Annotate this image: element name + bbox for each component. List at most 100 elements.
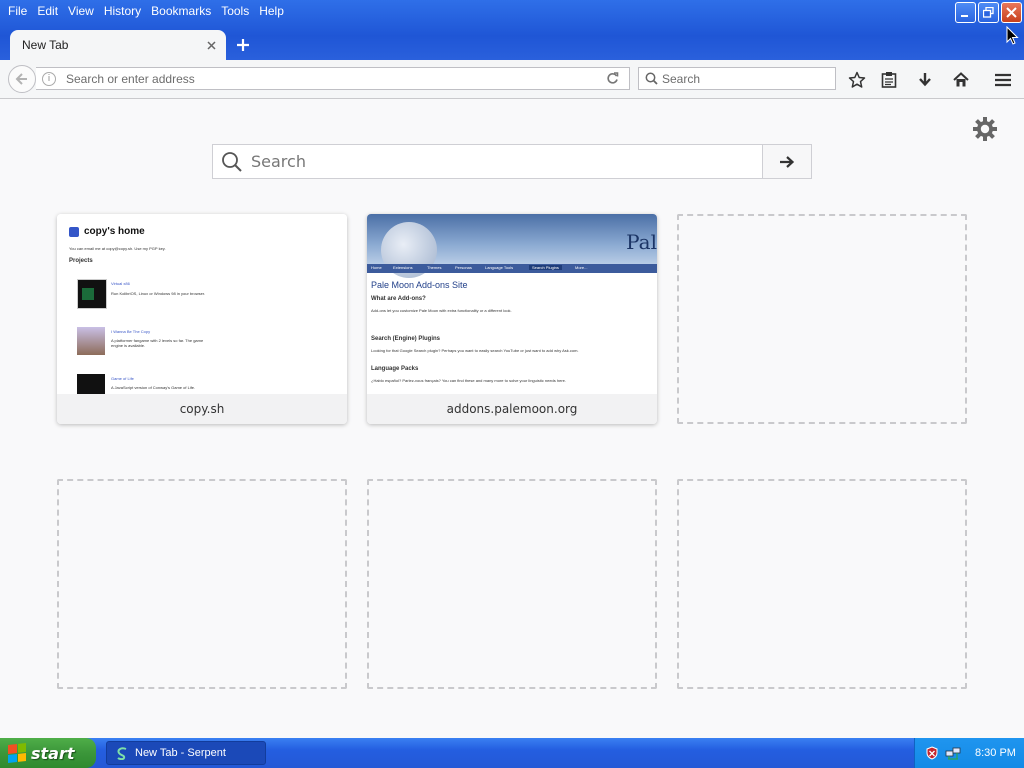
top-site-tile-addons-palemoon[interactable]: Pal Home Extensions Themes Personas Lang… (367, 214, 657, 424)
project-name: Virtual x86 (111, 281, 130, 286)
search-icon (645, 72, 658, 85)
downloads-button[interactable] (914, 69, 936, 91)
thumb-heading: Pale Moon Add-ons Site (371, 280, 468, 290)
new-tab-button[interactable] (232, 34, 254, 56)
tab-label: New Tab (22, 38, 69, 52)
mouse-cursor-icon (1006, 26, 1019, 45)
newtab-search-box (212, 144, 812, 179)
search-icon (222, 151, 242, 172)
restore-icon (983, 7, 994, 18)
project-thumb-virtual-x86 (77, 279, 107, 309)
thumb-heading: copy's home (69, 226, 145, 237)
thumb-section-heading: What are Add-ons? (371, 296, 426, 302)
thumb-banner: Pal (367, 214, 657, 278)
close-window-button[interactable] (1001, 2, 1022, 23)
window-chrome: File Edit View History Bookmarks Tools H… (0, 0, 1024, 60)
home-icon (953, 72, 969, 87)
banner-text: Pal (626, 230, 657, 254)
tab-close-button[interactable] (202, 36, 220, 54)
start-button[interactable]: start (0, 738, 96, 768)
hamburger-menu-icon (995, 73, 1011, 87)
thumb-nav-item: Extensions (393, 265, 413, 270)
address-bar: i (36, 67, 630, 90)
site-thumbnail: Pal Home Extensions Themes Personas Lang… (367, 214, 657, 394)
menu-tools[interactable]: Tools (217, 4, 255, 18)
tab-new-tab[interactable]: New Tab (10, 30, 226, 60)
reading-list-button[interactable] (878, 69, 900, 91)
thumb-intro: You can email me at copy@copy.sh. Use my… (69, 246, 166, 251)
tile-title: copy.sh (57, 394, 347, 424)
empty-tile-slot[interactable] (677, 479, 967, 689)
gear-icon (973, 117, 997, 141)
start-label: start (31, 743, 75, 763)
empty-tile-slot[interactable] (677, 214, 967, 424)
project-thumb-game-of-life (77, 374, 105, 394)
thumb-nav-item: Personas (455, 265, 472, 270)
close-icon (206, 40, 216, 50)
download-arrow-icon (919, 73, 931, 87)
bookmark-star-button[interactable] (846, 69, 868, 91)
menu-bookmarks[interactable]: Bookmarks (147, 4, 217, 18)
reload-button[interactable] (601, 72, 623, 85)
newtab-search-input[interactable] (249, 151, 762, 172)
thumb-section-text: Looking for that Google Search plugin? P… (371, 348, 579, 353)
project-name: Game of Life (111, 376, 134, 381)
project-desc: A platformer fangame with 2 levels so fa… (111, 338, 204, 348)
menu-help[interactable]: Help (255, 4, 290, 18)
back-arrow-icon (15, 73, 27, 85)
minimize-button[interactable] (955, 2, 976, 23)
thumb-section-text: Add-ons let you customize Pale Moon with… (371, 308, 512, 313)
system-tray: 8:30 PM (914, 738, 1024, 768)
network-icon[interactable] (945, 746, 961, 760)
windows-logo-icon (8, 743, 26, 763)
empty-tile-slot[interactable] (57, 479, 347, 689)
thumb-nav-item: Search Plugins (529, 265, 562, 270)
serpent-browser-icon (117, 747, 127, 760)
minimize-icon (961, 15, 968, 17)
empty-tile-slot[interactable] (367, 479, 657, 689)
search-bar (638, 67, 836, 90)
taskbar-item-label: New Tab - Serpent (135, 747, 226, 759)
thumb-heading-text: copy's home (84, 226, 145, 237)
thumb-section-heading: Search (Engine) Plugins (371, 336, 441, 342)
info-icon[interactable]: i (42, 71, 56, 86)
menu-edit[interactable]: Edit (33, 4, 64, 18)
security-shield-icon[interactable] (925, 746, 939, 760)
top-site-tile-copy-sh[interactable]: copy's home You can email me at copy@cop… (57, 214, 347, 424)
project-desc: A JavaScript version of Conway's Game of… (111, 385, 196, 390)
reload-icon (606, 72, 618, 84)
tile-title: addons.palemoon.org (367, 394, 657, 424)
thumb-section-text: ¿Hablo español? Parlez-vous français? Yo… (371, 378, 567, 383)
taskbar-item-new-tab[interactable]: New Tab - Serpent (106, 741, 266, 765)
site-thumbnail: copy's home You can email me at copy@cop… (57, 214, 347, 394)
star-icon (848, 71, 866, 88)
thumb-section-heading: Language Packs (371, 366, 419, 372)
thumb-section: Projects (69, 258, 93, 264)
site-logo-icon (69, 226, 79, 237)
close-icon (1006, 7, 1017, 18)
tab-strip: New Tab (0, 28, 1024, 60)
project-desc: Run KolibriOS, Linux or Windows 98 in yo… (111, 291, 206, 296)
thumb-nav-item: Language Tools (485, 265, 514, 270)
newtab-search-go-button[interactable] (762, 145, 811, 178)
back-button[interactable] (8, 65, 36, 93)
taskbar: start New Tab - Serpent 8:30 PM (0, 738, 1024, 768)
plus-icon (237, 39, 249, 51)
search-input[interactable] (662, 71, 835, 86)
menu-bar: File Edit View History Bookmarks Tools H… (0, 0, 290, 22)
menu-view[interactable]: View (64, 4, 100, 18)
restore-button[interactable] (978, 2, 999, 23)
customize-newtab-button[interactable] (970, 114, 1000, 144)
thumb-nav-item: Home (371, 265, 382, 270)
menu-button[interactable] (992, 69, 1014, 91)
home-button[interactable] (950, 69, 972, 91)
project-thumb-iwbtc (77, 327, 105, 355)
thumb-nav-item: Themes (427, 265, 442, 270)
menu-file[interactable]: File (4, 4, 33, 18)
address-input[interactable] (66, 71, 601, 86)
clipboard-icon (881, 72, 897, 88)
navigation-toolbar: i (0, 60, 1024, 99)
project-name: I Wanna Be The Copy (111, 329, 151, 334)
arrow-right-icon (780, 155, 795, 168)
menu-history[interactable]: History (100, 4, 147, 18)
